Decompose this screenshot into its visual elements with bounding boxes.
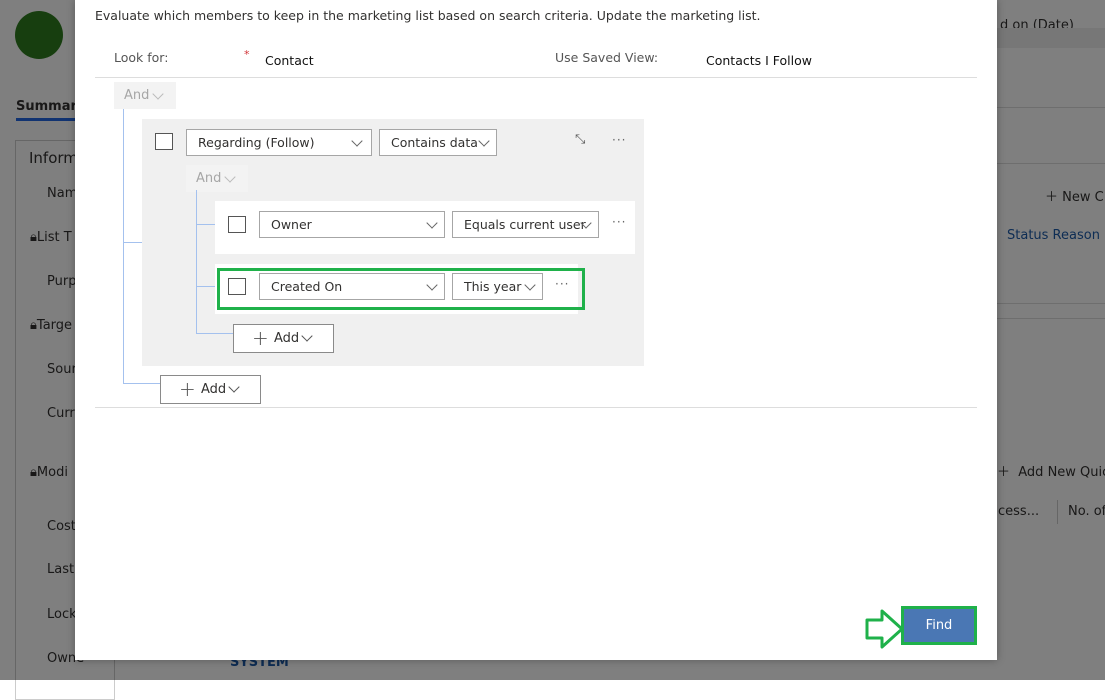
- chevron-down-icon: [301, 330, 313, 342]
- find-button[interactable]: Find: [901, 606, 977, 645]
- condition-row-owner: Owner Equals current user ···: [215, 201, 635, 254]
- inner-and-operator[interactable]: And: [186, 165, 248, 192]
- plus-icon: +: [179, 377, 196, 401]
- dialog-description: Evaluate which members to keep in the ma…: [95, 8, 761, 23]
- chevron-down-icon: [224, 171, 236, 183]
- group-operator-dropdown[interactable]: Contains data: [379, 129, 497, 156]
- plus-icon: +: [252, 326, 269, 350]
- evaluate-members-dialog: Evaluate which members to keep in the ma…: [75, 0, 997, 660]
- group-add-button[interactable]: + Add: [233, 324, 334, 353]
- group-checkbox[interactable]: [155, 133, 173, 150]
- chevron-down-icon: [351, 135, 363, 147]
- chevron-down-icon: [152, 88, 164, 100]
- collapse-icon[interactable]: ⤡: [575, 132, 585, 147]
- look-for-label: Look for:: [114, 50, 169, 65]
- condition-operator-dropdown[interactable]: Equals current user: [452, 211, 599, 238]
- saved-view-value[interactable]: Contacts I Follow: [706, 53, 812, 68]
- chevron-down-icon: [228, 381, 240, 393]
- saved-view-label: Use Saved View:: [555, 50, 659, 65]
- required-mark: *: [244, 48, 250, 61]
- condition-group: Regarding (Follow) Contains data ⤡ ··· A…: [142, 119, 644, 366]
- highlight-box: [217, 268, 585, 310]
- condition-checkbox[interactable]: [228, 216, 246, 233]
- condition-more-options[interactable]: ···: [612, 215, 626, 229]
- group-more-options[interactable]: ···: [612, 133, 626, 147]
- root-and-operator[interactable]: And: [114, 82, 176, 109]
- add-button[interactable]: + Add: [160, 375, 261, 404]
- group-field-dropdown[interactable]: Regarding (Follow): [186, 129, 372, 156]
- chevron-down-icon: [478, 135, 490, 147]
- condition-field-dropdown[interactable]: Owner: [259, 211, 445, 238]
- arrow-right-icon: [865, 609, 904, 649]
- look-for-value[interactable]: Contact: [265, 53, 314, 68]
- chevron-down-icon: [426, 217, 438, 229]
